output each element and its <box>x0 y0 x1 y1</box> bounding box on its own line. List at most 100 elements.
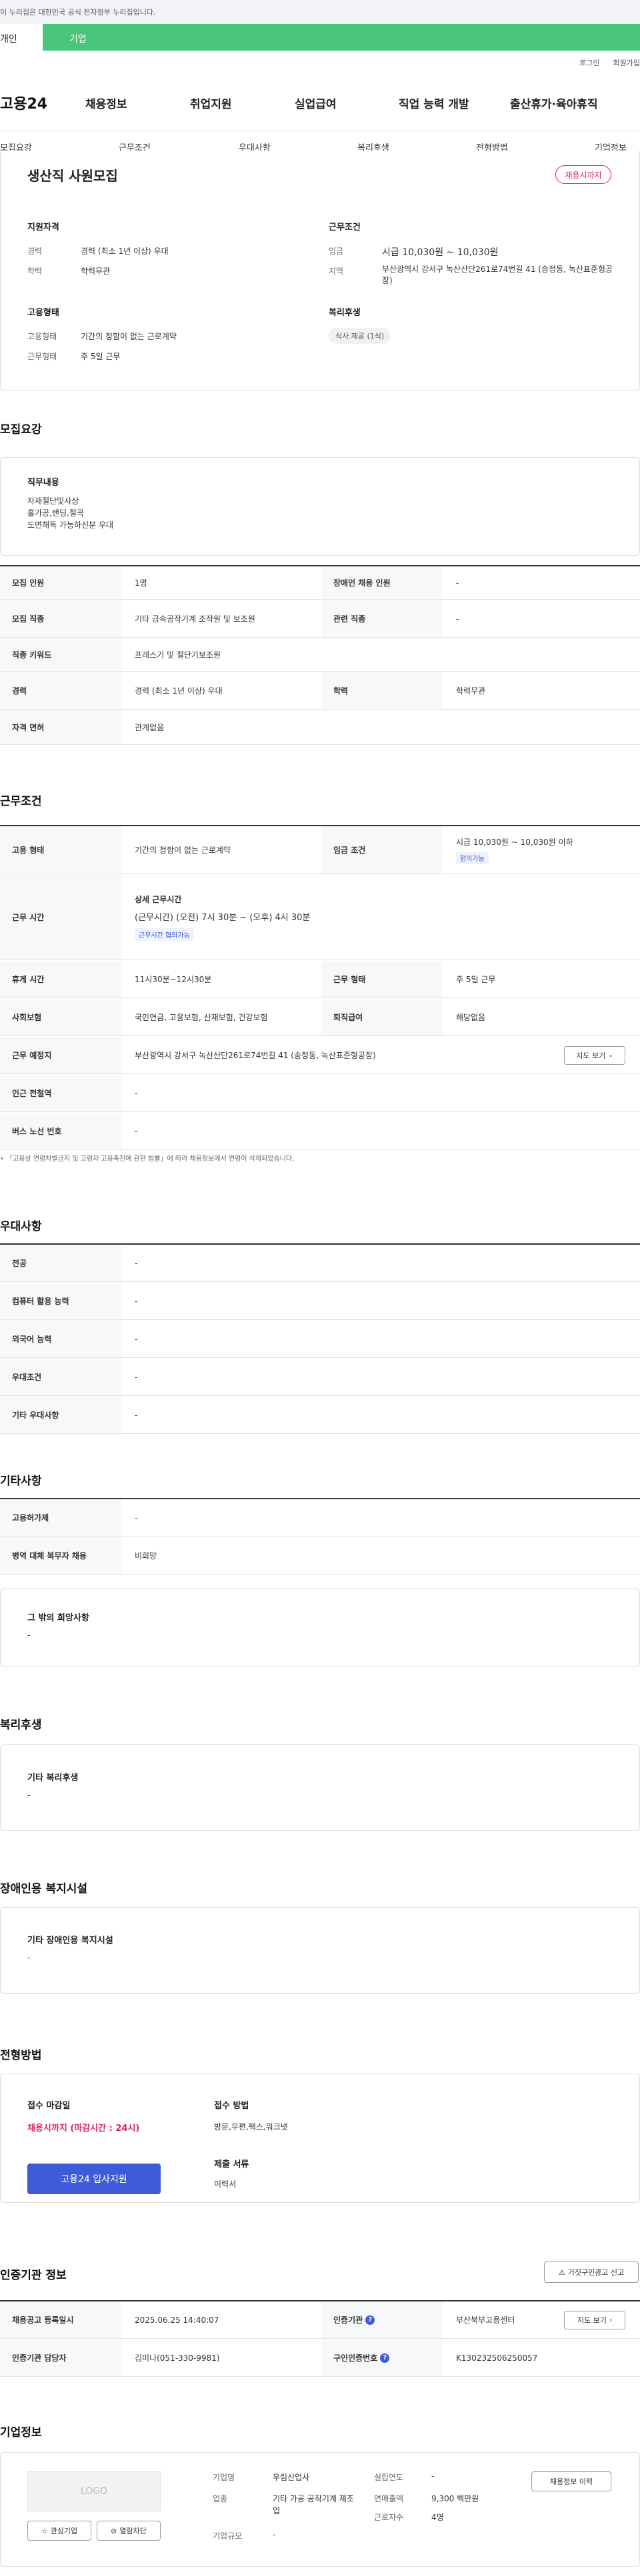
table-row: 모집 직종 기타 금속공작기계 조작원 및 보조원 관련 직종 - <box>0 600 640 638</box>
gnb-item-unemployment-benefit[interactable]: 실업급여 <box>295 95 337 111</box>
gnb-item-employment-support[interactable]: 취업지원 <box>190 95 232 111</box>
cert-number-key: 구인인증번호 ? <box>321 2339 443 2376</box>
alert-icon: ⚠ <box>558 2267 565 2277</box>
row-value: - <box>456 614 459 624</box>
company-key: 설립연도 <box>374 2473 404 2482</box>
table-row: 직종 키워드 프레스기 및 절단기보조원 <box>0 638 640 672</box>
row-key: 모집 직종 <box>0 600 121 637</box>
row-value: 프레스기 및 절단기보조원 <box>135 650 221 660</box>
row-value: - <box>135 1513 138 1523</box>
section-title-disability: 장애인용 복지시설 <box>0 1882 88 1896</box>
section-title-benefit: 복리후생 <box>0 1718 42 1732</box>
screen-card: 접수 마감일 채용시까지 (마감시간 : 24시) 고용24 입사지원 접수 방… <box>0 2074 640 2203</box>
method-title: 접수 방법 <box>214 2101 249 2111</box>
row-value: K130232506250057 <box>456 2353 538 2363</box>
docs-title: 제출 서류 <box>214 2160 249 2170</box>
qual-value: 학력무관 <box>81 267 111 276</box>
row-value: - <box>135 1296 138 1306</box>
tab-individual[interactable]: 개인 <box>0 24 43 51</box>
row-key: 인증기관 담당자 <box>0 2339 121 2376</box>
deadline-title: 접수 마감일 <box>27 2101 71 2111</box>
row-key: 고용 형태 <box>0 826 121 874</box>
row-key: 고용허가제 <box>0 1499 121 1536</box>
row-key-label: 구인인증번호 <box>333 2353 378 2363</box>
row-key: 근무 시간 <box>0 875 121 960</box>
table-row: 컴퓨터 활용 능력 - <box>0 1283 640 1320</box>
row-key: 관련 직종 <box>321 600 443 637</box>
benefit-title: 기타 복리후생 <box>27 1773 79 1783</box>
row-value: - <box>135 1372 138 1382</box>
section-title-etc: 기타사항 <box>0 1475 42 1488</box>
section-title-company: 기업정보 <box>0 2426 42 2439</box>
star-icon: ☆ <box>41 2526 48 2535</box>
emp-value: 기간의 정함이 없는 근로계약 <box>81 332 177 341</box>
row-key: 장애인 채용 인원 <box>321 566 443 599</box>
status-badge: 채용시까지 <box>555 165 611 184</box>
company-card: LOGO ☆ 관심기업 ⊘ 열람차단 기업명 우림산업사 업종 기타 가공 공작… <box>0 2452 640 2567</box>
disability-card: 기타 장애인용 복지시설 - <box>0 1907 640 1994</box>
certify-map-button[interactable]: 지도 보기 › <box>564 2311 625 2329</box>
wish-card: 그 밖의 희망사항 - <box>0 1589 640 1667</box>
map-button-label: 지도 보기 <box>576 1051 606 1060</box>
row-key-label: 인증기관 <box>333 2315 363 2325</box>
job-title: 생산직 사원모집 <box>27 168 118 184</box>
table-row: 버스 노선 번호 - <box>0 1113 640 1150</box>
company-value: 4명 <box>431 2513 444 2522</box>
row-key: 학력 <box>321 672 443 709</box>
gnb-item-skills[interactable]: 직업 능력 개발 <box>399 95 469 111</box>
favorite-company-label: 관심기업 <box>50 2527 78 2535</box>
welfare-tag: 식사 제공 (1식) <box>329 328 391 344</box>
qual-key: 경력 <box>27 247 43 256</box>
block-view-button[interactable]: ⊘ 열람차단 <box>97 2521 161 2541</box>
row-key: 경력 <box>0 672 121 709</box>
row-value: 비희망 <box>135 1551 157 1561</box>
signup-link[interactable]: 회원가입 <box>613 57 640 68</box>
gov-notice-bar: 이 누리집은 대한민국 공식 전자정부 누리집입니다. <box>0 0 640 24</box>
favorite-company-button[interactable]: ☆ 관심기업 <box>27 2521 91 2541</box>
gnb-item-jobs[interactable]: 채용정보 <box>85 95 127 111</box>
time-cell: 상세 근무시간 (근무시간) (오전) 7시 30분 ~ (오후) 4시 30분… <box>121 875 640 960</box>
history-button[interactable]: 채용정보 이력 <box>531 2471 611 2491</box>
gnb-item-parental-leave[interactable]: 출산휴가·육아휴직 <box>510 95 598 111</box>
row-value: 김미나(051-330-9981) <box>135 2353 220 2363</box>
info-icon[interactable]: ? <box>365 2315 375 2325</box>
row-value: 시급 10,030원 ~ 10,030원 이하 <box>456 837 573 847</box>
cond-value: 시급 10,030원 ~ 10,030원 <box>382 247 499 258</box>
site-logo[interactable]: 고용24 <box>0 92 47 113</box>
apply-button[interactable]: 고용24 입사지원 <box>27 2164 161 2194</box>
table-row: 자격 면허 관계없음 <box>0 710 640 745</box>
section-title-screen: 전형방법 <box>0 2049 42 2062</box>
benefit-card: 기타 복리후생 - <box>0 1744 640 1831</box>
wish-title: 그 밖의 희망사항 <box>27 1613 89 1623</box>
section-title-pref: 우대사항 <box>0 1220 42 1233</box>
emp-key: 고용형태 <box>27 332 57 341</box>
section-title-recruit: 모집요강 <box>0 423 42 436</box>
age-footnote-text: 「고용상 연령차별금지 및 고령자 고용촉진에 관한 법률」에 따라 채용정보에… <box>6 1155 295 1163</box>
row-key: 인근 전철역 <box>0 1075 121 1111</box>
tab-individual-label: 개인 <box>0 34 17 45</box>
row-key: 버스 노선 번호 <box>0 1113 121 1149</box>
duty-line: 홀가공,밴딩,절곡 <box>27 508 84 518</box>
map-button[interactable]: 지도 보기 ⌄ <box>564 1046 625 1065</box>
table-row: 모집 인원 1명 장애인 채용 인원 - <box>0 566 640 600</box>
table-row: 사회보험 국민연금, 고용보험, 산재보험, 건강보험 퇴직급여 해당없음 <box>0 999 640 1036</box>
time-title: 상세 근무시간 <box>135 895 182 904</box>
table-row: 인증기관 담당자 김미나(051-330-9981) 구인인증번호 ? K130… <box>0 2339 640 2377</box>
row-key: 직종 키워드 <box>0 638 121 671</box>
table-row: 병역 대체 복무자 채용 비희망 <box>0 1537 640 1575</box>
info-icon[interactable]: ? <box>380 2353 390 2363</box>
wage-cell: 시급 10,030원 ~ 10,030원 이하 협의가능 <box>443 826 640 874</box>
table-row: 근무 시간 상세 근무시간 (근무시간) (오전) 7시 30분 ~ (오후) … <box>0 875 640 960</box>
user-type-tabs: 개인 기업 <box>0 24 640 51</box>
row-value: 학력무관 <box>456 686 486 696</box>
company-key: 연매출액 <box>374 2494 404 2503</box>
section-title-certify: 인증기관 정보 <box>0 2269 67 2282</box>
login-link[interactable]: 로그인 <box>579 57 599 68</box>
report-fake-ad-button[interactable]: ⚠ 거짓구인광고 신고 <box>544 2261 639 2283</box>
emp-key: 근무형태 <box>27 352 57 361</box>
table-row: 고용허가제 - <box>0 1499 640 1537</box>
tab-business[interactable]: 기업 <box>43 24 640 51</box>
row-key: 컴퓨터 활용 능력 <box>0 1283 121 1319</box>
disability-value: - <box>27 1953 31 1962</box>
row-value: 주 5일 근무 <box>456 975 496 984</box>
